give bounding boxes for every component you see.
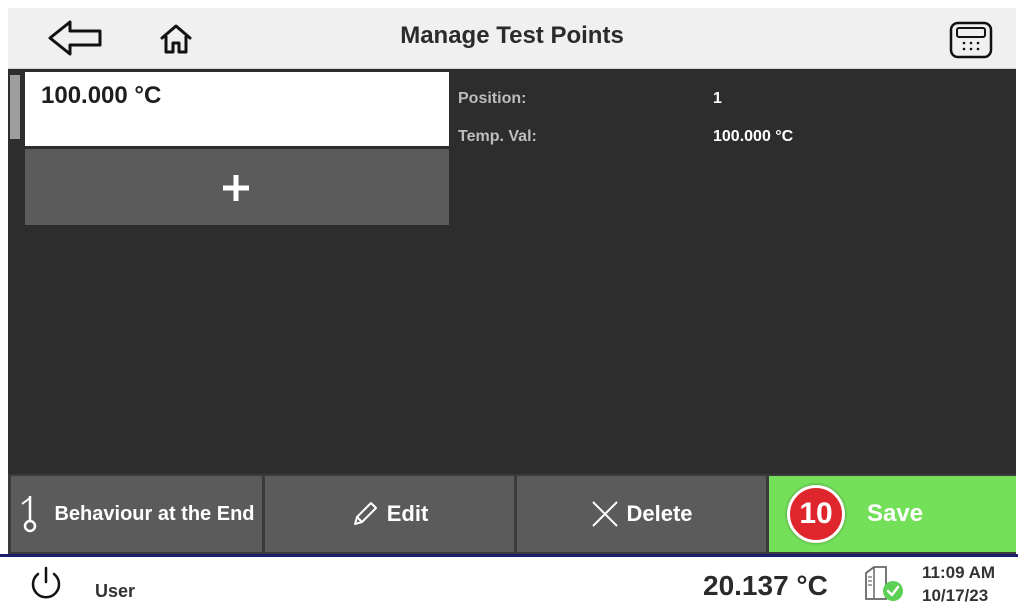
clock-date: 10/17/23 [922, 586, 989, 605]
calculator-icon[interactable] [948, 20, 994, 60]
header-bar: Manage Test Points [8, 8, 1016, 69]
add-test-point-button[interactable] [25, 149, 449, 225]
test-points-panel: 100.000 °C Position: 1 Temp. Val: 100.00… [8, 69, 1016, 474]
current-temperature: 20.137 °C [703, 570, 828, 601]
action-bar: Behaviour at the End Edit Delete 10 Save [8, 474, 1016, 554]
status-bar: User 20.137 °C 11:09 AM 10/17/23 [0, 554, 1018, 606]
position-value: 1 [713, 90, 722, 107]
power-icon[interactable] [28, 565, 64, 603]
delete-label: Delete [626, 501, 693, 526]
clock-time: 11:09 AM [922, 563, 996, 582]
end-behaviour-icon [21, 496, 37, 533]
list-scrollbar[interactable] [10, 75, 20, 139]
device-status-icon [860, 563, 908, 605]
step-badge: 10 [787, 485, 845, 543]
close-icon [592, 501, 619, 527]
behaviour-at-end-button[interactable]: Behaviour at the End [11, 476, 262, 552]
plus-icon [223, 175, 249, 201]
position-label: Position: [458, 90, 527, 107]
behaviour-label: Behaviour at the End [54, 502, 255, 525]
delete-button[interactable]: Delete [517, 476, 766, 552]
test-point-value: 100.000 °C [41, 82, 162, 109]
save-label: Save [867, 500, 924, 527]
save-button[interactable]: 10 Save [769, 476, 1016, 552]
page-title: Manage Test Points [400, 22, 624, 49]
test-point-item[interactable]: 100.000 °C [25, 72, 449, 146]
pencil-icon [353, 502, 377, 525]
edit-button[interactable]: Edit [265, 476, 514, 552]
edit-label: Edit [386, 501, 429, 526]
user-label: User [95, 581, 136, 601]
temp-value: 100.000 °C [713, 128, 794, 145]
temp-value-label: Temp. Val: [458, 128, 537, 145]
